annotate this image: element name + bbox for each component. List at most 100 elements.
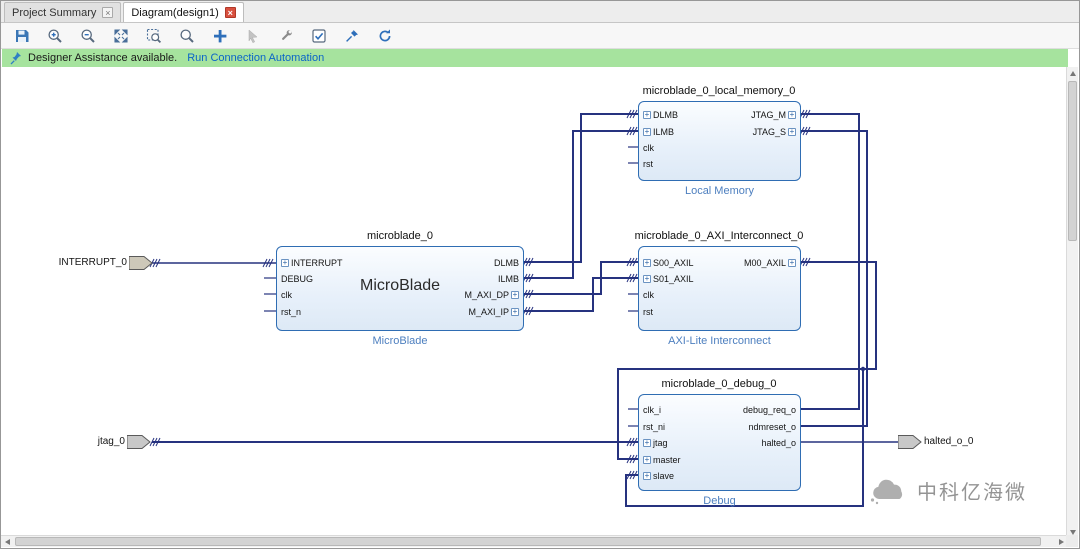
port-m-axi-ip[interactable]: M_AXI_IP+ xyxy=(468,306,519,318)
plus-icon xyxy=(212,28,228,44)
scroll-left-arrow[interactable] xyxy=(5,539,10,545)
pin-icon xyxy=(344,28,360,44)
output-port-arrow-icon[interactable] xyxy=(898,435,922,449)
port-halted-o[interactable]: halted_o xyxy=(761,437,796,449)
port-s01-axil[interactable]: +S01_AXIL xyxy=(643,273,694,285)
port-debug[interactable]: DEBUG xyxy=(281,273,313,285)
block-axi-interconnect[interactable]: +S00_AXIL +S01_AXIL clk rst M00_AXIL+ xyxy=(638,246,801,331)
expand-port-icon[interactable]: + xyxy=(281,259,289,267)
save-button[interactable] xyxy=(11,25,33,47)
port-label: JTAG_M xyxy=(751,109,786,121)
port-m00-axil[interactable]: M00_AXIL+ xyxy=(744,257,796,269)
external-port-halted-o-0[interactable]: halted_o_0 xyxy=(898,435,974,449)
cloud-logo-icon xyxy=(868,475,910,505)
port-clk[interactable]: clk xyxy=(643,142,654,154)
port-label: clk xyxy=(281,289,292,301)
fit-view-button[interactable] xyxy=(110,25,132,47)
search-icon xyxy=(179,28,195,44)
block-local-memory[interactable]: +DLMB +ILMB clk rst JTAG_M+ JTAG_S+ xyxy=(638,101,801,181)
customize-button[interactable] xyxy=(275,25,297,47)
scroll-right-arrow[interactable] xyxy=(1059,539,1064,545)
pin-button[interactable] xyxy=(341,25,363,47)
expand-port-icon[interactable]: + xyxy=(643,456,651,464)
vertical-scrollbar-thumb[interactable] xyxy=(1068,81,1077,241)
assistance-pin-icon xyxy=(10,51,22,65)
scroll-up-arrow[interactable] xyxy=(1070,71,1076,76)
tab-project-summary[interactable]: Project Summary × xyxy=(4,2,121,22)
port-clk-i[interactable]: clk_i xyxy=(643,404,661,416)
port-rst-ni[interactable]: rst_ni xyxy=(643,421,665,433)
expand-port-icon[interactable]: + xyxy=(643,439,651,447)
search-button[interactable] xyxy=(176,25,198,47)
port-s00-axil[interactable]: +S00_AXIL xyxy=(643,257,694,269)
port-label: M_AXI_IP xyxy=(468,306,509,318)
port-clk[interactable]: clk xyxy=(643,289,654,301)
zoom-in-button[interactable] xyxy=(44,25,66,47)
port-dlmb[interactable]: DLMB xyxy=(494,257,519,269)
port-debug-req-o[interactable]: debug_req_o xyxy=(743,404,796,416)
diagram-canvas[interactable]: microblade_0_local_memory_0 +DLMB +ILMB … xyxy=(2,67,1068,539)
port-slave[interactable]: +slave xyxy=(643,470,674,482)
expand-port-icon[interactable]: + xyxy=(788,259,796,267)
pointer-icon xyxy=(245,28,261,44)
port-ilmb[interactable]: +ILMB xyxy=(643,126,674,138)
port-jtag-m[interactable]: JTAG_M+ xyxy=(751,109,796,121)
expand-port-icon[interactable]: + xyxy=(511,291,519,299)
input-port-arrow-icon[interactable] xyxy=(129,256,153,270)
validate-design-button[interactable] xyxy=(308,25,330,47)
port-label: rst xyxy=(643,158,653,170)
regenerate-layout-button[interactable] xyxy=(374,25,396,47)
input-port-arrow-icon[interactable] xyxy=(127,435,151,449)
block-debug[interactable]: clk_i rst_ni +jtag +master +slave debug_… xyxy=(638,394,801,491)
block-microblade[interactable]: MicroBlade +INTERRUPT DEBUG clk rst_n DL… xyxy=(276,246,524,331)
port-ilmb[interactable]: ILMB xyxy=(498,273,519,285)
expand-port-icon[interactable]: + xyxy=(643,275,651,283)
add-ip-button[interactable] xyxy=(209,25,231,47)
block-title-local-memory: microblade_0_local_memory_0 xyxy=(579,85,859,97)
port-jtag[interactable]: +jtag xyxy=(643,437,668,449)
vendor-watermark-text: 中科亿海微 xyxy=(917,476,1027,505)
zoom-out-button[interactable] xyxy=(77,25,99,47)
horizontal-scrollbar-thumb[interactable] xyxy=(15,537,1041,546)
port-ndmreset-o[interactable]: ndmreset_o xyxy=(748,421,796,433)
horizontal-scrollbar[interactable] xyxy=(1,535,1068,547)
external-port-jtag-0[interactable]: jtag_0 xyxy=(59,435,151,449)
expand-port-icon[interactable]: + xyxy=(643,259,651,267)
port-jtag-s[interactable]: JTAG_S+ xyxy=(753,126,796,138)
port-label: debug_req_o xyxy=(743,404,796,416)
block-caption-debug: Debug xyxy=(638,495,801,507)
port-label: DEBUG xyxy=(281,273,313,285)
port-label: slave xyxy=(653,470,674,482)
tab-diagram[interactable]: Diagram(design1) × xyxy=(123,2,243,22)
close-icon[interactable]: × xyxy=(102,7,113,18)
expand-port-icon[interactable]: + xyxy=(511,308,519,316)
port-rst[interactable]: rst xyxy=(643,306,653,318)
tab-bar: Project Summary × Diagram(design1) × xyxy=(1,1,1079,23)
port-rst-n[interactable]: rst_n xyxy=(281,306,301,318)
block-title-microblade: microblade_0 xyxy=(276,230,524,242)
zoom-out-icon xyxy=(80,28,96,44)
port-label: S01_AXIL xyxy=(653,273,694,285)
port-label: ndmreset_o xyxy=(748,421,796,433)
run-connection-automation-link[interactable]: Run Connection Automation xyxy=(187,52,324,64)
wires-svg[interactable] xyxy=(2,67,1068,539)
expand-port-icon[interactable]: + xyxy=(643,111,651,119)
port-clk[interactable]: clk xyxy=(281,289,292,301)
port-rst[interactable]: rst xyxy=(643,158,653,170)
expand-port-icon[interactable]: + xyxy=(643,472,651,480)
zoom-selection-button[interactable] xyxy=(143,25,165,47)
close-icon[interactable]: × xyxy=(225,7,236,18)
external-port-label: jtag_0 xyxy=(59,435,125,449)
port-m-axi-dp[interactable]: M_AXI_DP+ xyxy=(464,289,519,301)
expand-port-icon[interactable]: + xyxy=(643,128,651,136)
port-interrupt[interactable]: +INTERRUPT xyxy=(281,257,343,269)
expand-port-icon[interactable]: + xyxy=(788,111,796,119)
external-port-interrupt-0[interactable]: INTERRUPT_0 xyxy=(32,256,153,270)
port-label: clk xyxy=(643,142,654,154)
expand-port-icon[interactable]: + xyxy=(788,128,796,136)
port-dlmb[interactable]: +DLMB xyxy=(643,109,678,121)
block-title-axi-interconnect: microblade_0_AXI_Interconnect_0 xyxy=(579,230,859,242)
vertical-scrollbar[interactable] xyxy=(1066,67,1078,539)
port-master[interactable]: +master xyxy=(643,454,681,466)
pointer-button-disabled[interactable] xyxy=(242,25,264,47)
